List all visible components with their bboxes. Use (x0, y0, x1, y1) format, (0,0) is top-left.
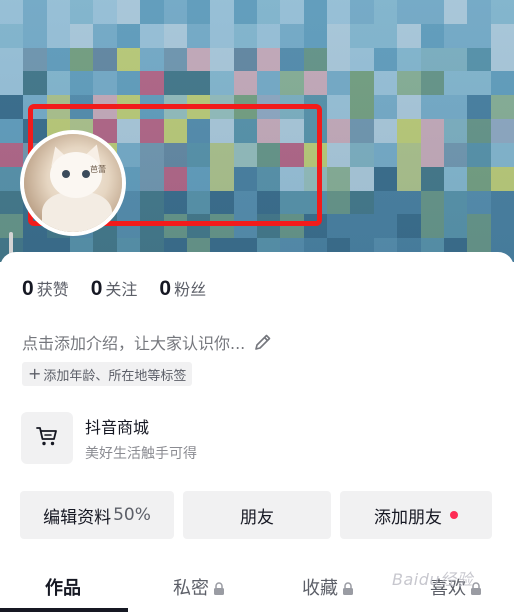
lock-icon (342, 580, 354, 595)
stat-followers-label: 粉丝 (174, 280, 207, 299)
profile-stats: 0 获赞 0 关注 0 粉丝 (22, 276, 228, 301)
shop-icon-box (21, 412, 73, 464)
tab-works-label: 作品 (45, 578, 81, 599)
stat-followers[interactable]: 0 粉丝 (159, 276, 206, 301)
add-intro[interactable]: 点击添加介绍，让大家认识你... (22, 330, 273, 354)
tab-works[interactable]: 作品 (45, 574, 81, 600)
add-friends-label: 添加朋友 (374, 507, 442, 528)
lock-icon (213, 580, 225, 595)
cart-icon (34, 423, 60, 453)
notification-dot (450, 511, 458, 519)
stat-likes-label: 获赞 (36, 280, 69, 299)
avatar[interactable]: 芭蕾 (20, 130, 126, 236)
active-tab-indicator (0, 608, 128, 612)
shop-subtitle: 美好生活触手可得 (85, 445, 197, 462)
intro-placeholder: 点击添加介绍，让大家认识你... (22, 334, 246, 353)
tab-favorites[interactable]: 收藏 (302, 574, 354, 600)
stat-likes[interactable]: 0 获赞 (22, 276, 69, 301)
cat-head (50, 152, 102, 198)
stat-likes-value: 0 (22, 277, 34, 300)
add-tags-chip[interactable]: + 添加年龄、所在地等标签 (22, 362, 193, 386)
friends-label: 朋友 (240, 507, 274, 528)
stat-following[interactable]: 0 关注 (91, 276, 138, 301)
tab-favorites-label: 收藏 (302, 578, 338, 599)
add-friends-button[interactable]: 添加朋友 (340, 491, 492, 539)
watermark: Baidu经验 (392, 570, 474, 589)
add-tags-label: 添加年龄、所在地等标签 (43, 368, 187, 384)
friends-button[interactable]: 朋友 (183, 491, 331, 539)
cat-eye-right (82, 170, 90, 178)
edit-profile-button[interactable]: 编辑资料 50% (20, 491, 174, 539)
stat-following-label: 关注 (105, 280, 138, 299)
shop-title: 抖音商城 (85, 417, 150, 437)
plus-icon: + (28, 364, 42, 383)
stat-followers-value: 0 (159, 277, 172, 300)
edit-profile-label: 编辑资料 (43, 507, 112, 528)
edit-profile-progress: 50% (113, 505, 151, 525)
avatar-label: 芭蕾 (90, 165, 106, 174)
cat-eye-left (62, 170, 70, 178)
cat-body (42, 192, 112, 232)
tab-private-label: 私密 (173, 578, 209, 599)
shop-text: 抖音商城 美好生活触手可得 (85, 414, 197, 463)
tab-private[interactable]: 私密 (173, 574, 225, 600)
shop-entry[interactable]: 抖音商城 美好生活触手可得 (21, 412, 197, 464)
pencil-icon[interactable] (253, 332, 273, 352)
profile-actions: 编辑资料 50% 朋友 添加朋友 (20, 491, 492, 539)
stat-following-value: 0 (90, 277, 103, 300)
